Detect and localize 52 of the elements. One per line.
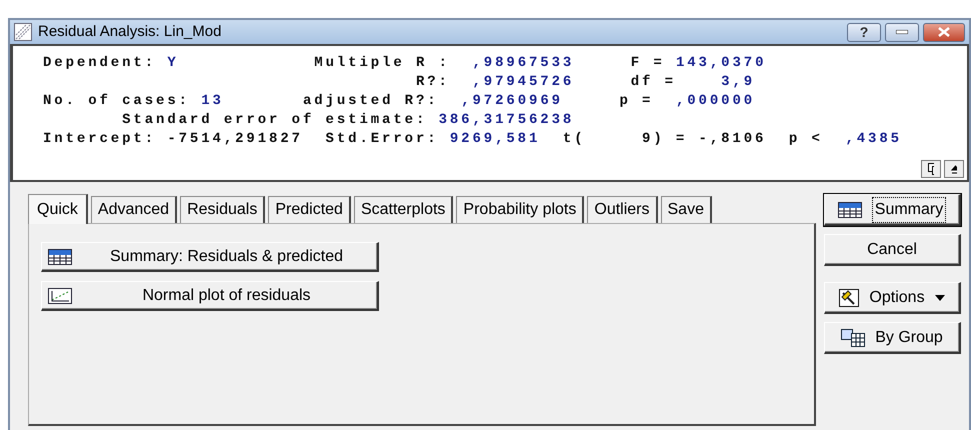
- value-text: 3,9: [721, 74, 756, 90]
- label-text: Intercept: -7514,291827 Std.Error:: [43, 131, 439, 147]
- plot-icon: [48, 288, 72, 304]
- hammer-icon: [839, 288, 860, 306]
- close-icon: [938, 27, 950, 37]
- value-text: 9269,581: [450, 131, 540, 147]
- label-text: adjusted R?:: [302, 93, 439, 109]
- value-text: 143,0370: [676, 55, 766, 71]
- copy-icon: [928, 163, 934, 175]
- window-title: Residual Analysis: Lin_Mod: [38, 22, 222, 42]
- value-text: ,97260969: [461, 93, 563, 109]
- scroll-up-button[interactable]: [944, 160, 964, 178]
- tab[interactable]: Quick: [28, 194, 88, 224]
- label-text: df =: [630, 74, 676, 90]
- tab[interactable]: Probability plots: [456, 196, 584, 223]
- tab[interactable]: Residuals: [180, 196, 266, 223]
- label-text: t( 9) = -,8106 p <: [562, 131, 823, 147]
- tab[interactable]: Scatterplots: [354, 196, 454, 223]
- tab[interactable]: Outliers: [587, 196, 658, 223]
- value-text: 13: [201, 93, 224, 109]
- minimize-icon: [896, 30, 908, 34]
- copy-button[interactable]: [921, 160, 941, 178]
- help-button[interactable]: ?: [847, 22, 881, 42]
- label-text: No. of cases:: [43, 93, 190, 109]
- value-text: ,4385: [845, 131, 902, 147]
- dialog-button[interactable]: By Group: [824, 322, 961, 354]
- dialog-button[interactable]: Cancel: [824, 234, 961, 266]
- table-icon: [48, 248, 72, 264]
- value-text: ,000000: [676, 93, 756, 109]
- label-text: Standard error of estimate:: [122, 112, 428, 128]
- label-text: Dependent:: [43, 55, 156, 71]
- minimize-button[interactable]: [885, 22, 919, 42]
- value-text: Y: [167, 55, 179, 71]
- dialog-button[interactable]: Summary: [824, 194, 961, 226]
- label-text: R?:: [416, 74, 450, 90]
- table-icon: [838, 202, 862, 218]
- label-text: F =: [630, 55, 665, 71]
- tab[interactable]: Predicted: [268, 196, 351, 223]
- tab[interactable]: Advanced: [90, 196, 178, 223]
- tab[interactable]: Save: [660, 196, 712, 223]
- up-arrow-icon: [951, 164, 957, 174]
- table-icon: [841, 328, 866, 346]
- close-button[interactable]: [923, 22, 965, 42]
- summary-button[interactable]: Summary: Residuals & predicted: [41, 242, 379, 272]
- value-text: ,97945726: [472, 74, 574, 90]
- plot-button[interactable]: Normal plot of residuals: [41, 281, 379, 311]
- value-text: 386,31756238: [438, 112, 574, 128]
- dialog-button[interactable]: Options: [824, 282, 961, 314]
- label-text: Multiple R :: [314, 55, 450, 71]
- value-text: ,98967533: [472, 55, 574, 71]
- window-icon: [14, 23, 32, 41]
- label-text: p =: [619, 93, 654, 109]
